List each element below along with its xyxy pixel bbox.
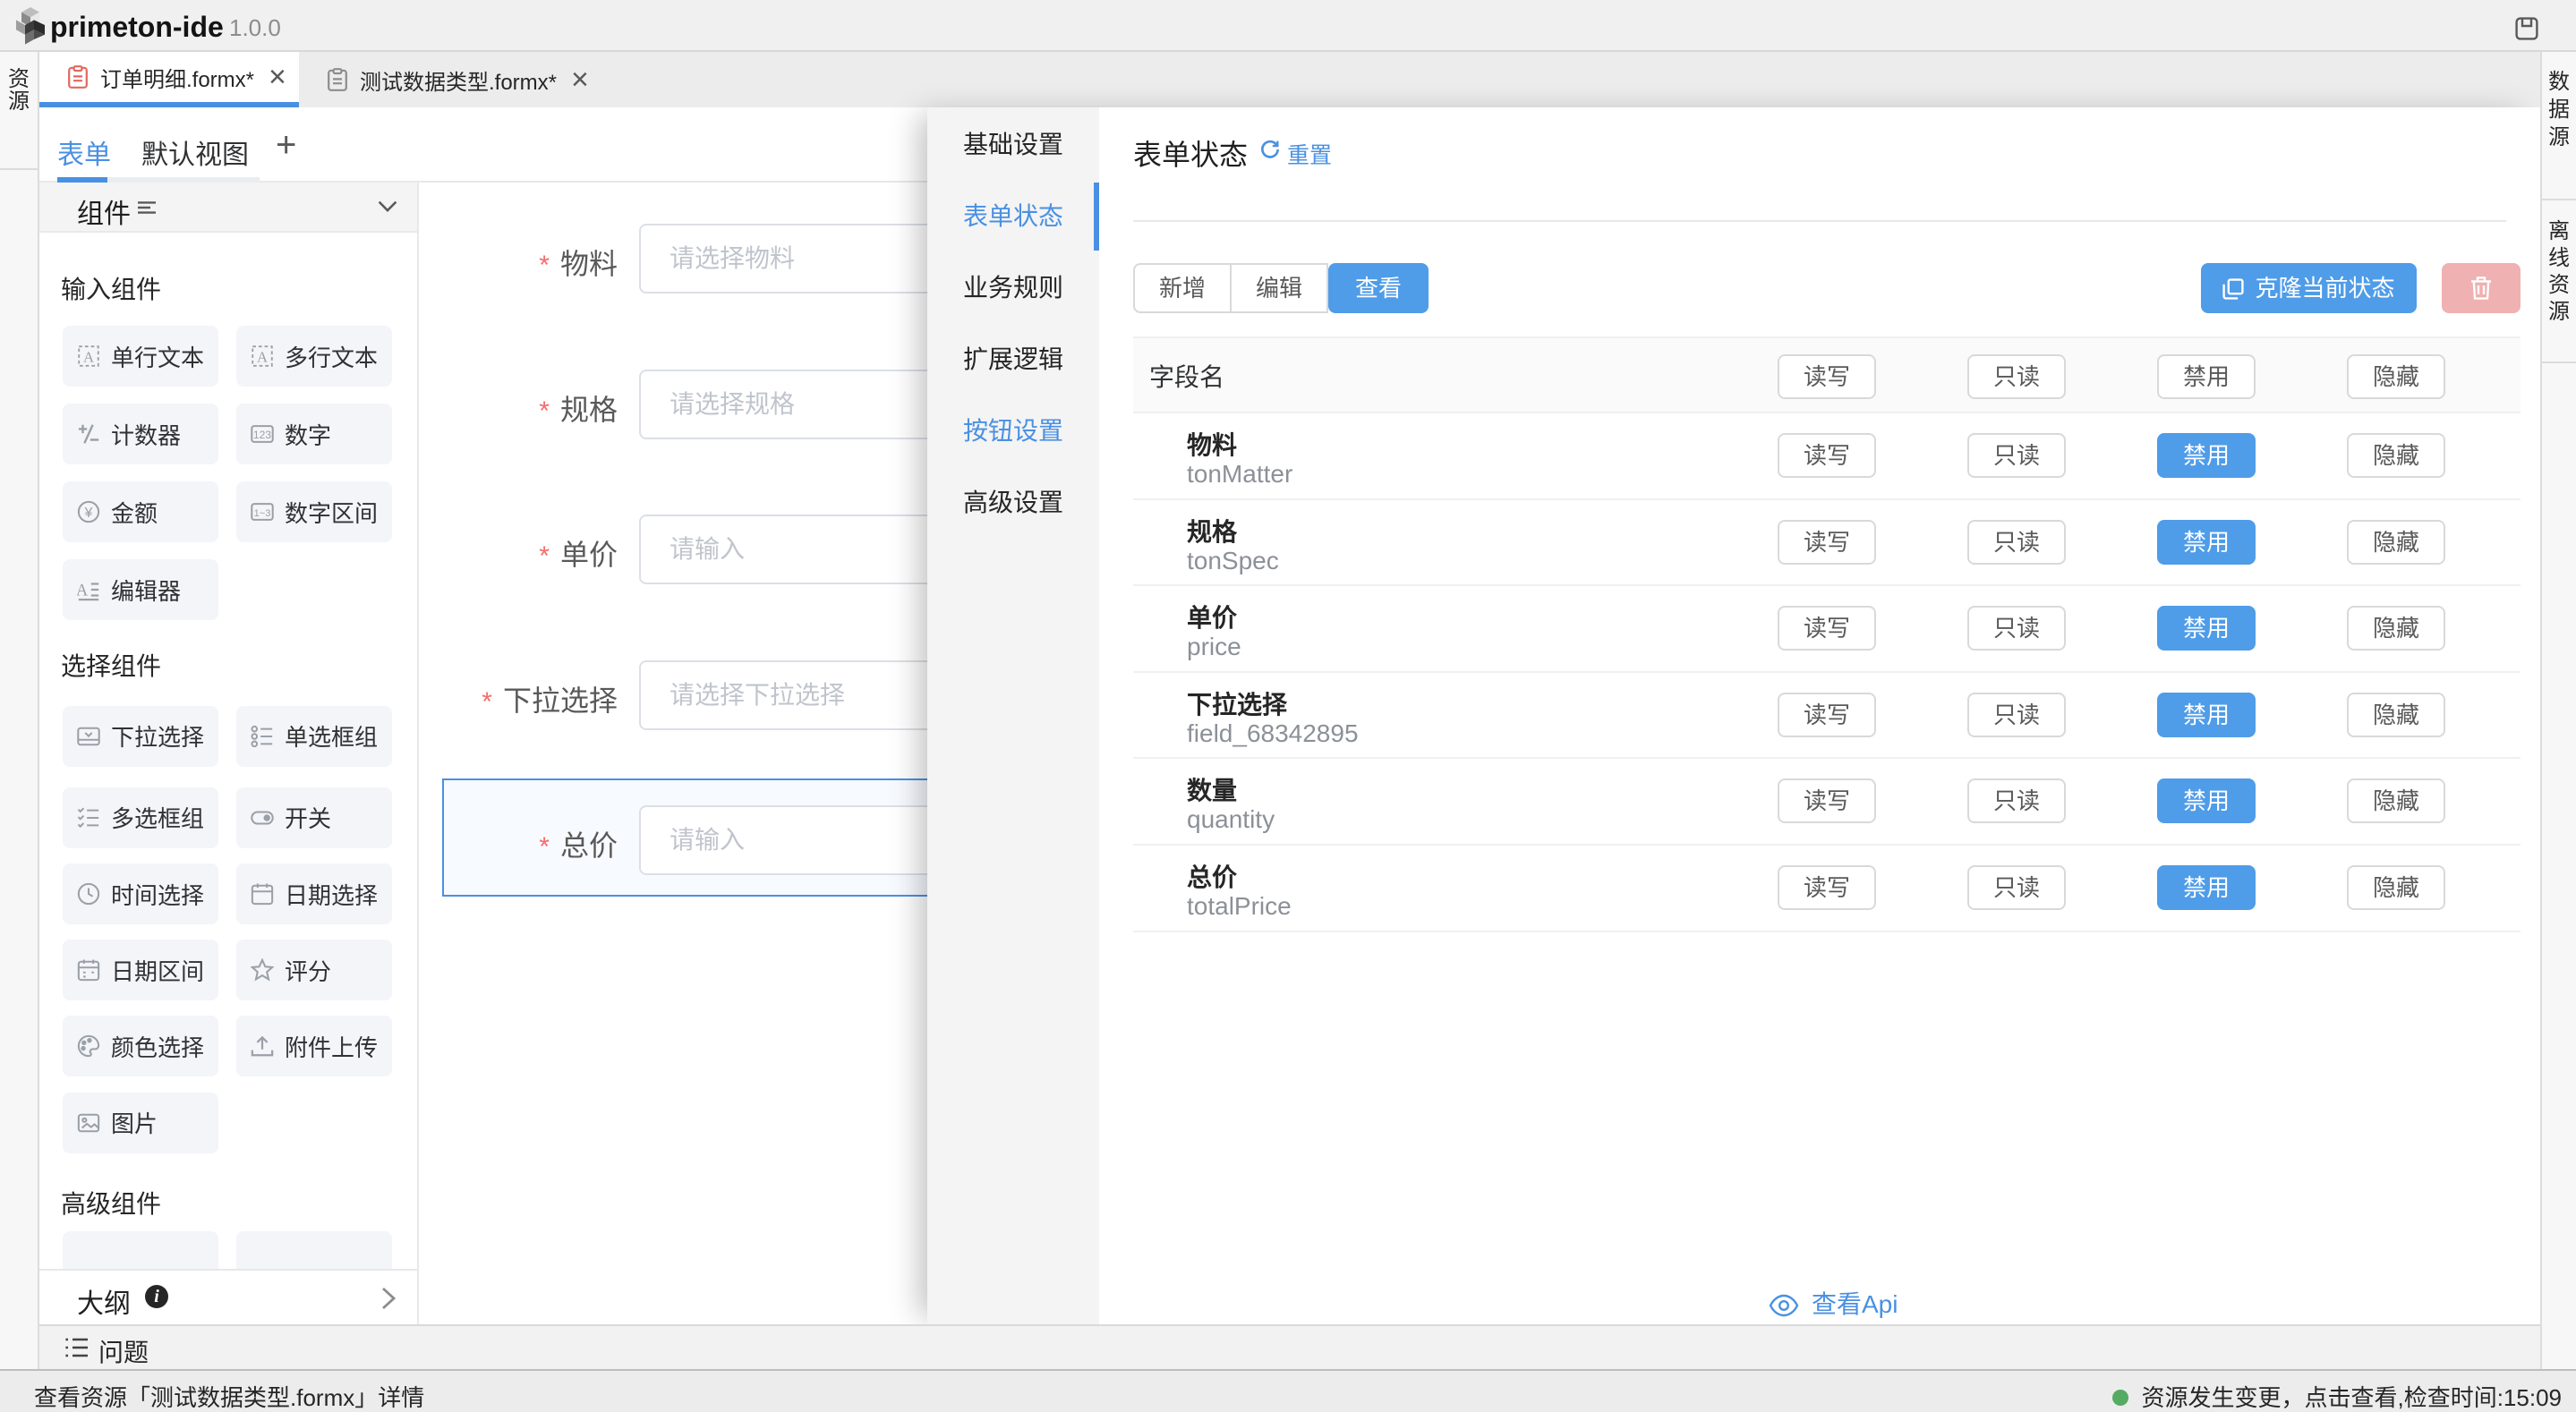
svg-text:A: A xyxy=(83,349,94,366)
svg-text:123: 123 xyxy=(253,429,271,441)
svg-text:A: A xyxy=(257,349,268,366)
svg-text:1~3: 1~3 xyxy=(254,508,271,519)
svg-text:¥: ¥ xyxy=(84,506,93,521)
svg-text:A: A xyxy=(77,582,89,600)
